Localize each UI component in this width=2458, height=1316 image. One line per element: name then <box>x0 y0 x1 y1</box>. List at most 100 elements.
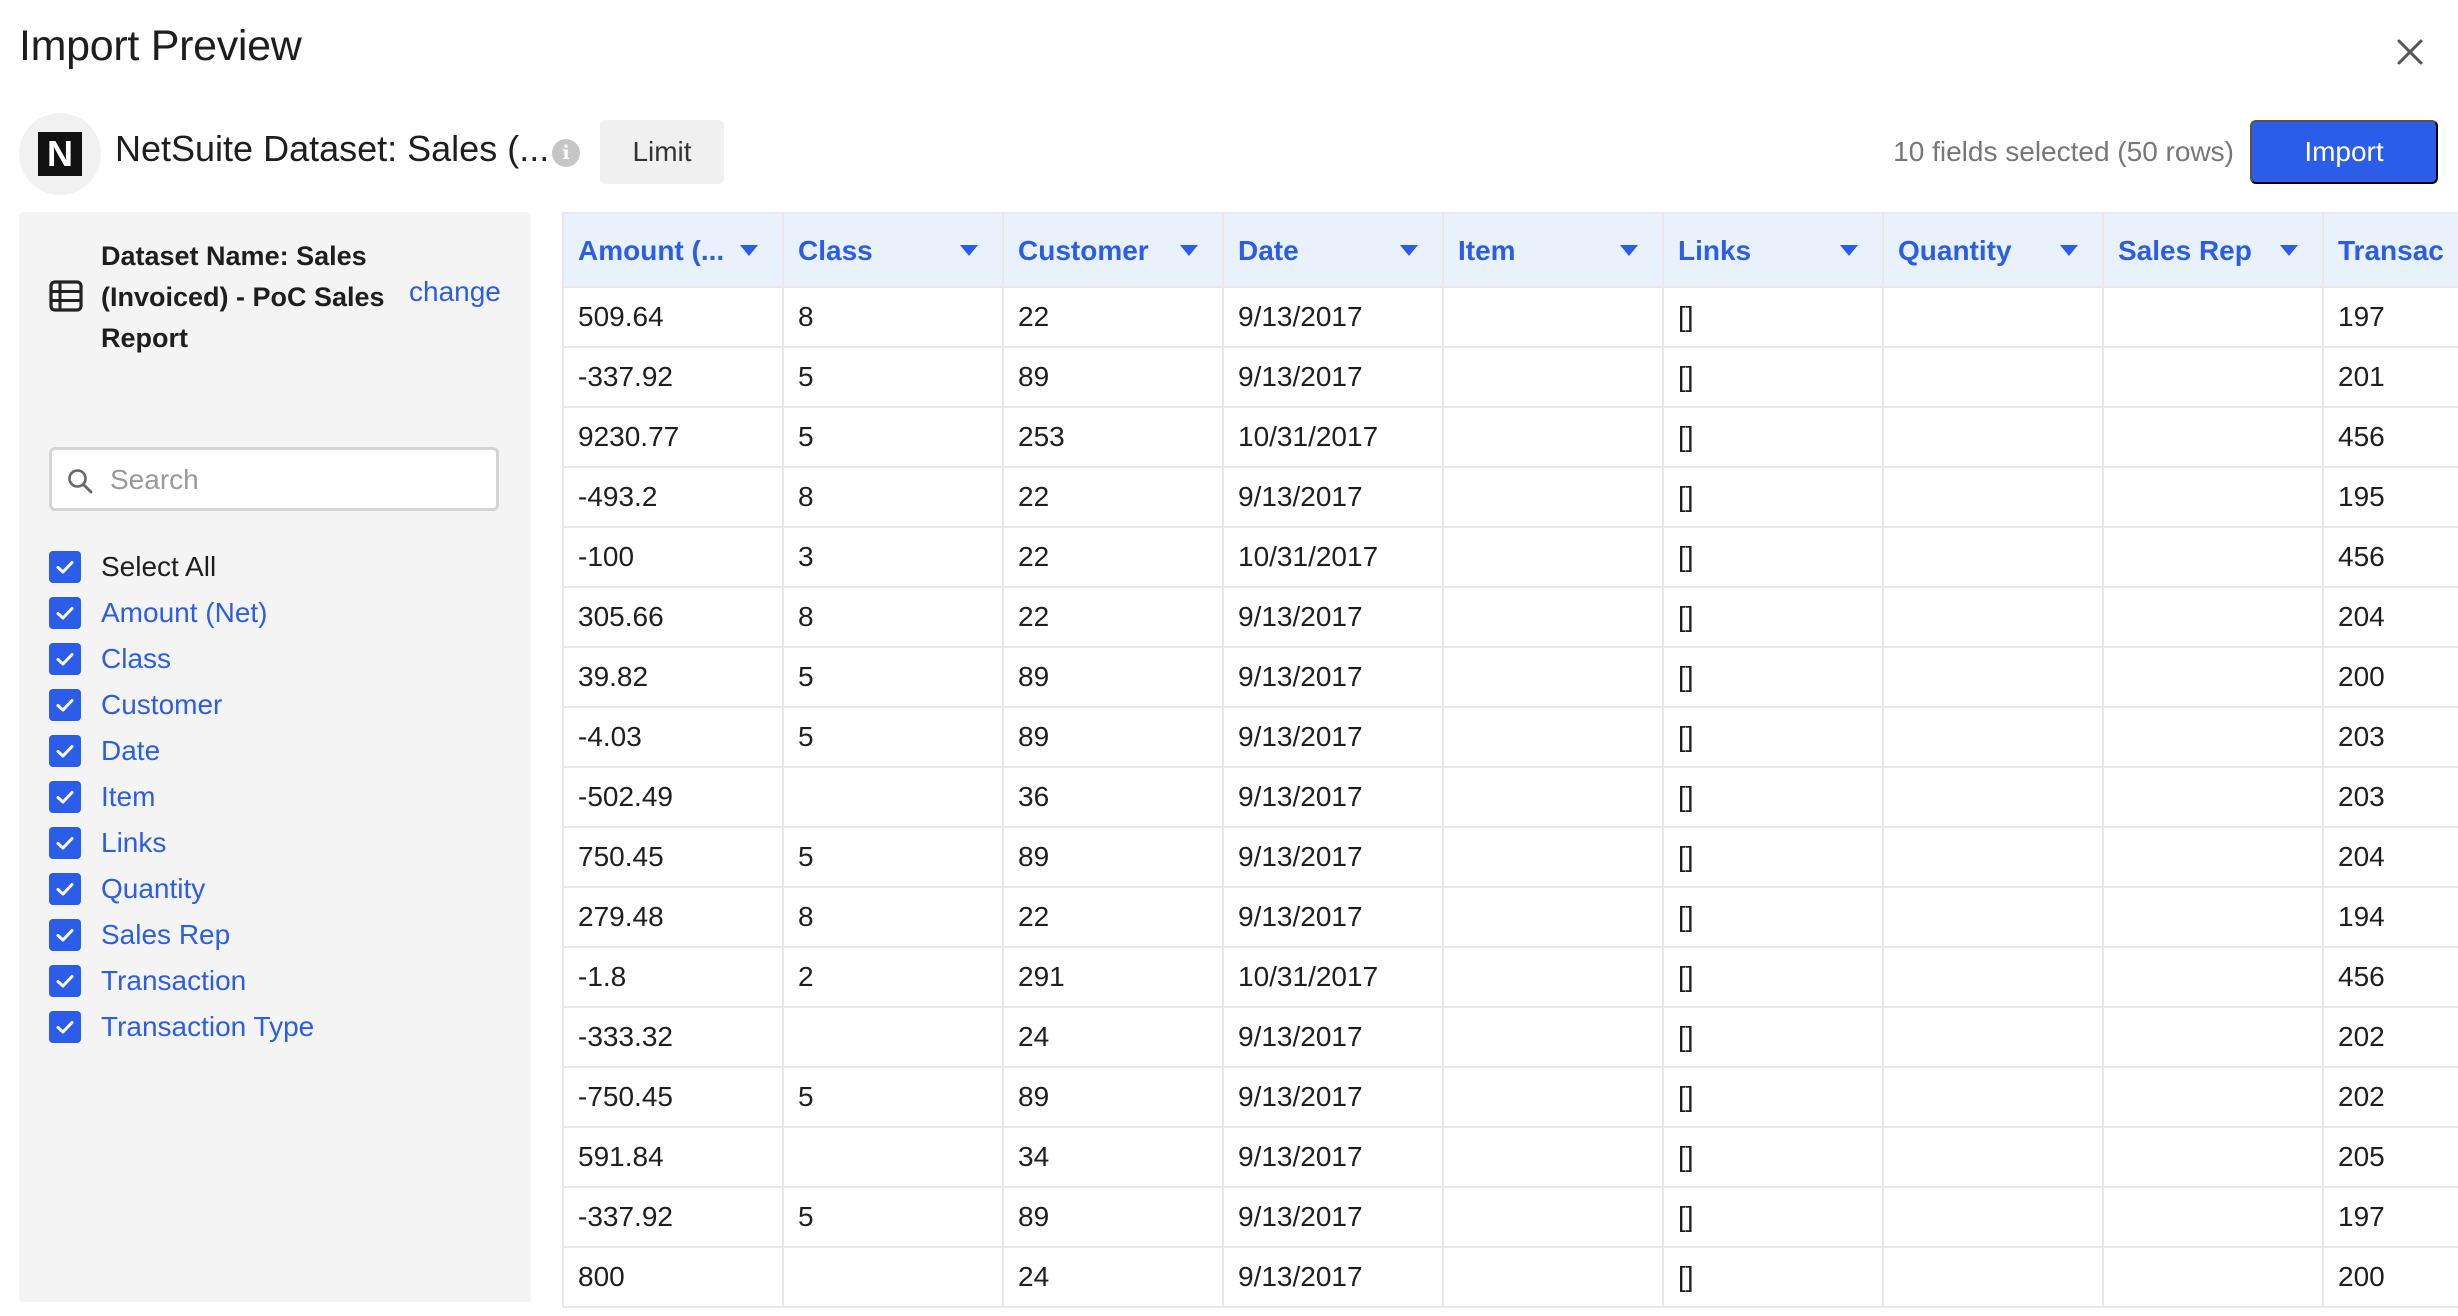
checkbox-checked-icon[interactable] <box>49 781 81 813</box>
checkbox-checked-icon[interactable] <box>49 1011 81 1043</box>
checkbox-checked-icon[interactable] <box>49 689 81 721</box>
table-row: -337.92 5 89 9/13/2017 [] 197 <box>562 1186 2458 1248</box>
checkbox-checked-icon[interactable] <box>49 735 81 767</box>
field-checkbox-row[interactable]: Customer <box>49 682 314 728</box>
table-cell: 204 <box>2322 826 2458 888</box>
table-cell: 5 <box>782 406 1004 468</box>
column-header[interactable]: Links <box>1662 212 1884 288</box>
column-header[interactable]: Quantity <box>1882 212 2104 288</box>
column-header[interactable]: Customer <box>1002 212 1224 288</box>
column-header[interactable]: Item <box>1442 212 1664 288</box>
table-cell: 24 <box>1002 1006 1224 1068</box>
field-checkbox-row[interactable]: Amount (Net) <box>49 590 314 636</box>
column-header-label: Links <box>1678 234 1752 266</box>
table-row: 9230.77 5 253 10/31/2017 [] 456 <box>562 406 2458 468</box>
table-cell <box>1442 946 1664 1008</box>
table-cell: 8 <box>782 286 1004 348</box>
checkbox-checked-icon[interactable] <box>49 965 81 997</box>
field-checkbox-row[interactable]: Date <box>49 728 314 774</box>
table-cell: -1.8 <box>562 946 784 1008</box>
column-header-label: Item <box>1458 234 1516 266</box>
close-icon[interactable] <box>2386 28 2434 76</box>
table-row: -333.32 24 9/13/2017 [] 202 <box>562 1006 2458 1068</box>
field-checkbox-row[interactable]: Transaction Type <box>49 1004 314 1050</box>
field-sidebar: Dataset Name: Sales (Invoiced) - PoC Sal… <box>19 212 531 1302</box>
field-checkbox-row[interactable]: Transaction <box>49 958 314 1004</box>
field-checkbox-row[interactable]: Links <box>49 820 314 866</box>
field-checkbox-row[interactable]: Item <box>49 774 314 820</box>
checkbox-checked-icon[interactable] <box>49 873 81 905</box>
info-icon[interactable]: i <box>552 139 580 167</box>
checkbox-checked-icon[interactable] <box>49 597 81 629</box>
table-cell: 9/13/2017 <box>1222 706 1444 768</box>
field-checkbox-row[interactable]: Class <box>49 636 314 682</box>
limit-button[interactable]: Limit <box>600 120 724 184</box>
table-cell: 22 <box>1002 586 1224 648</box>
table-cell <box>782 1006 1004 1068</box>
column-header[interactable]: Amount (... <box>562 212 784 288</box>
netsuite-logo: N <box>19 113 101 195</box>
table-cell: 9/13/2017 <box>1222 1126 1444 1188</box>
table-cell: [] <box>1662 646 1884 708</box>
dropdown-caret-icon[interactable] <box>740 245 758 256</box>
table-cell: [] <box>1662 1126 1884 1188</box>
table-cell: -502.49 <box>562 766 784 828</box>
table-cell: [] <box>1662 826 1884 888</box>
checkbox-checked-icon[interactable] <box>49 919 81 951</box>
column-header-label: Class <box>798 234 873 266</box>
checkbox-checked-icon[interactable] <box>49 551 81 583</box>
dropdown-caret-icon[interactable] <box>2060 245 2078 256</box>
dropdown-caret-icon[interactable] <box>2280 245 2298 256</box>
checkbox-checked-icon[interactable] <box>49 643 81 675</box>
table-cell: 9/13/2017 <box>1222 1246 1444 1308</box>
table-row: 591.84 34 9/13/2017 [] 205 <box>562 1126 2458 1188</box>
field-search[interactable] <box>49 447 499 511</box>
dataset-name: Dataset Name: Sales (Invoiced) - PoC Sal… <box>101 241 385 353</box>
table-cell: 202 <box>2322 1066 2458 1128</box>
column-header-label: Quantity <box>1898 234 2012 266</box>
table-cell <box>2102 946 2324 1008</box>
table-cell: 253 <box>1002 406 1224 468</box>
table-cell: 5 <box>782 1186 1004 1248</box>
column-header[interactable]: Date <box>1222 212 1444 288</box>
search-icon <box>66 467 94 495</box>
change-dataset-link[interactable]: change <box>409 276 501 308</box>
select-all-label: Select All <box>101 551 217 582</box>
import-button[interactable]: Import <box>2250 120 2438 184</box>
table-cell: 3 <box>782 526 1004 588</box>
table-cell: 2 <box>782 946 1004 1008</box>
dataset-table-icon <box>48 278 84 314</box>
column-header[interactable]: Class <box>782 212 1004 288</box>
table-cell <box>2102 1126 2324 1188</box>
table-cell <box>1442 466 1664 528</box>
checkbox-checked-icon[interactable] <box>49 827 81 859</box>
select-all-checkbox-row[interactable]: Select All <box>49 544 314 590</box>
table-cell: 9/13/2017 <box>1222 886 1444 948</box>
column-header[interactable]: Sales Rep <box>2102 212 2324 288</box>
table-cell <box>782 766 1004 828</box>
table-row: -750.45 5 89 9/13/2017 [] 202 <box>562 1066 2458 1128</box>
field-checkbox-row[interactable]: Sales Rep <box>49 912 314 958</box>
column-header-label: Sales Rep <box>2118 234 2252 266</box>
column-header-label: Transac <box>2338 234 2444 266</box>
table-cell: 8 <box>782 586 1004 648</box>
table-cell <box>1882 346 2104 408</box>
table-cell: 9230.77 <box>562 406 784 468</box>
table-cell: 291 <box>1002 946 1224 1008</box>
field-checkbox-row[interactable]: Quantity <box>49 866 314 912</box>
dropdown-caret-icon[interactable] <box>1180 245 1198 256</box>
field-label: Customer <box>101 689 223 720</box>
table-cell <box>1882 826 2104 888</box>
dropdown-caret-icon[interactable] <box>1620 245 1638 256</box>
search-input[interactable] <box>108 456 492 504</box>
preview-table-container[interactable]: Amount (... Class Customer Date Item Links Qua… <box>562 212 2458 1316</box>
dropdown-caret-icon[interactable] <box>960 245 978 256</box>
table-cell <box>782 1246 1004 1308</box>
column-header[interactable]: Transac <box>2322 212 2458 288</box>
dropdown-caret-icon[interactable] <box>1400 245 1418 256</box>
table-cell <box>2102 1186 2324 1248</box>
dropdown-caret-icon[interactable] <box>1840 245 1858 256</box>
table-cell: [] <box>1662 406 1884 468</box>
table-cell <box>1442 286 1664 348</box>
table-cell: 5 <box>782 346 1004 408</box>
